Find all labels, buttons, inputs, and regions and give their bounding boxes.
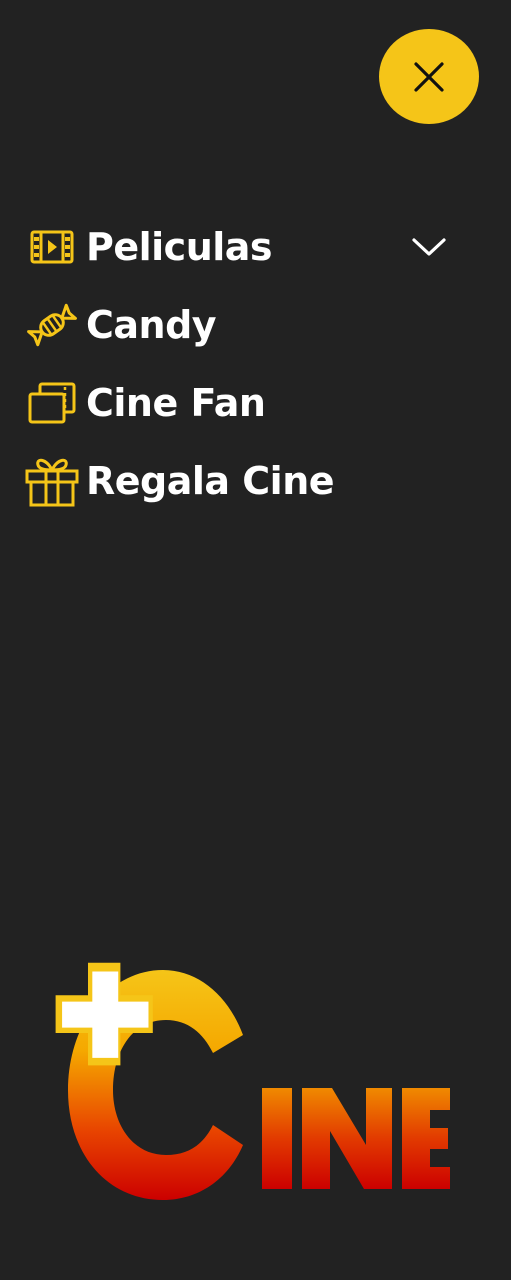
close-icon: [414, 61, 444, 92]
menu-item-label: Regala Cine: [86, 459, 335, 503]
plus-cine-logo: [48, 955, 458, 1210]
chevron-down-icon[interactable]: [410, 235, 448, 259]
menu-item-label: Cine Fan: [86, 381, 266, 425]
cards-icon: [24, 375, 80, 431]
menu-item-cine-fan[interactable]: Cine Fan: [0, 364, 511, 442]
side-menu: Peliculas Candy Cine Fan Regala Cine: [0, 208, 511, 520]
candy-icon: [24, 297, 80, 353]
film-icon: [24, 219, 80, 275]
menu-item-label: Peliculas: [86, 225, 273, 269]
menu-item-candy[interactable]: Candy: [0, 286, 511, 364]
menu-item-regala-cine[interactable]: Regala Cine: [0, 442, 511, 520]
close-menu-button[interactable]: [379, 29, 479, 124]
gift-icon: [24, 453, 80, 509]
menu-item-peliculas[interactable]: Peliculas: [0, 208, 511, 286]
menu-item-label: Candy: [86, 303, 217, 347]
